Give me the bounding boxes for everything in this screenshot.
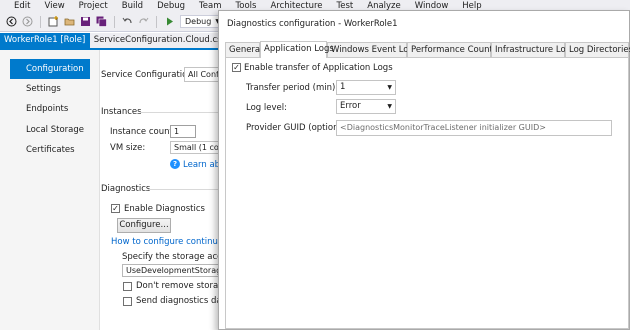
log-level-value: Error (340, 101, 361, 111)
menu-view[interactable]: View (44, 0, 64, 12)
nav-item-configuration[interactable]: Configuration (10, 59, 90, 79)
role-designer: Configuration Settings Endpoints Local S… (0, 50, 220, 330)
tab-performance-counters[interactable]: Performance Counters (407, 42, 506, 57)
forward-icon[interactable] (22, 16, 33, 27)
configuration-page: Service Configuration: All Configuration… (100, 50, 220, 330)
menu-build[interactable]: Build (122, 0, 143, 12)
storage-connection-input[interactable]: UseDevelopmentStorage=true (122, 264, 220, 277)
tab-workerrole1[interactable]: WorkerRole1 [Role] × (0, 33, 90, 48)
enable-diagnostics-label: Enable Diagnostics (124, 204, 205, 214)
menu-project[interactable]: Project (79, 0, 108, 12)
toolbar-separator (156, 15, 157, 28)
enable-transfer-checkbox[interactable]: ✓ (232, 63, 241, 72)
transfer-period-value: 1 (340, 82, 346, 92)
tab-infrastructure-logs[interactable]: Infrastructure Logs (491, 42, 575, 57)
tab-label: WorkerRole1 [Role] (4, 35, 86, 45)
transfer-period-label: Transfer period (min): (246, 83, 339, 93)
diagnostics-config-dialog: Diagnostics configuration - WorkerRole1 … (218, 10, 630, 330)
save-icon[interactable] (80, 16, 91, 27)
application-logs-panel: ✓ Enable transfer of Application Logs Tr… (225, 57, 629, 329)
service-config-dropdown[interactable]: All Configurations (184, 67, 220, 82)
tab-log-directories[interactable]: Log Directories (565, 42, 630, 57)
undo-icon[interactable] (122, 16, 133, 27)
diagnostics-heading: Diagnostics (101, 184, 151, 194)
save-all-icon[interactable] (96, 16, 107, 27)
configure-button[interactable]: Configure... (117, 218, 171, 233)
log-level-label: Log level: (246, 103, 287, 113)
log-level-dropdown[interactable]: Error ▼ (336, 99, 396, 114)
send-app-insights-label: Send diagnostics data to Application Ins… (136, 296, 220, 306)
tab-application-logs[interactable]: Application Logs (260, 41, 334, 58)
transfer-period-combo[interactable]: 1 ▼ (336, 80, 396, 95)
nav-item-endpoints[interactable]: Endpoints (10, 99, 90, 119)
enable-transfer-label: Enable transfer of Application Logs (244, 63, 393, 73)
solution-config-value: Debug (185, 17, 212, 26)
section-divider (148, 189, 220, 190)
tab-windows-event-logs[interactable]: Windows Event Logs (327, 42, 418, 57)
dont-remove-key-checkbox[interactable] (123, 282, 132, 291)
provider-guid-input[interactable]: <DiagnosticsMonitorTraceListener initial… (336, 120, 612, 136)
toolbar-separator (40, 15, 41, 28)
nav-item-local-storage[interactable]: Local Storage (10, 120, 90, 140)
tab-service-configuration[interactable]: ServiceConfiguration.Cloud.cscfg (89, 33, 220, 48)
open-folder-icon[interactable] (64, 16, 75, 27)
dialog-tab-strip: General Application Logs Windows Event L… (225, 41, 630, 58)
info-icon: ? (170, 159, 180, 169)
nav-item-settings[interactable]: Settings (10, 79, 90, 99)
nav-item-certificates[interactable]: Certificates (10, 140, 90, 160)
vm-size-dropdown[interactable]: Small (1 core, 1.75 GB) (170, 141, 220, 154)
chevron-down-icon: ▼ (387, 103, 392, 110)
designer-nav: Configuration Settings Endpoints Local S… (0, 50, 100, 330)
instance-count-input[interactable]: 1 (170, 125, 196, 138)
learn-vm-sizes-link[interactable]: Learn about VM sizes (183, 160, 220, 170)
vm-size-label: VM size: (110, 143, 146, 153)
start-icon[interactable] (164, 16, 175, 27)
menu-debug[interactable]: Debug (157, 0, 185, 12)
tab-label: ServiceConfiguration.Cloud.cscfg (93, 35, 220, 45)
dialog-title: Diagnostics configuration - WorkerRole1 (219, 11, 629, 37)
storage-account-label: Specify the storage account credentials (122, 252, 220, 262)
dont-remove-key-label: Don't remove storage key secret (136, 281, 220, 291)
instances-heading: Instances (101, 107, 142, 117)
menu-edit[interactable]: Edit (14, 0, 30, 12)
instance-count-label: Instance count: (110, 127, 176, 137)
service-config-label: Service Configuration: (101, 70, 196, 80)
back-icon[interactable] (6, 16, 17, 27)
toolbar-separator (114, 15, 115, 28)
send-app-insights-checkbox[interactable] (123, 297, 132, 306)
tab-general[interactable]: General (225, 42, 263, 57)
continuous-export-link[interactable]: How to configure continuous export (111, 237, 220, 247)
new-project-icon[interactable] (48, 16, 59, 27)
chevron-down-icon: ▼ (387, 84, 392, 91)
enable-diagnostics-checkbox[interactable]: ✓ (111, 204, 120, 213)
section-divider (140, 112, 220, 113)
document-tab-strip: WorkerRole1 [Role] × ServiceConfiguratio… (0, 33, 220, 48)
redo-icon[interactable] (138, 16, 149, 27)
